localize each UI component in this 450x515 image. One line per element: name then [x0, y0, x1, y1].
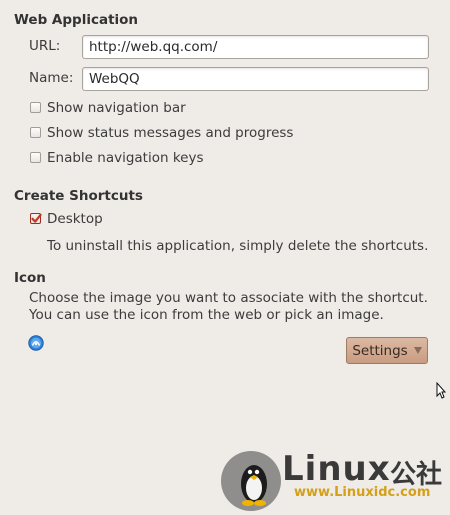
- mouse-cursor-icon: [436, 382, 446, 399]
- url-field[interactable]: [82, 35, 429, 59]
- settings-button[interactable]: Settings: [346, 337, 428, 364]
- settings-button-label: Settings: [352, 342, 408, 359]
- show-navigation-bar-label: Show navigation bar: [47, 100, 186, 116]
- show-status-messages-checkbox[interactable]: [30, 127, 41, 138]
- uninstall-note: To uninstall this application, simply de…: [47, 238, 429, 254]
- icon-heading: Icon: [14, 270, 46, 286]
- watermark-url: www.Linuxidc.com: [294, 485, 431, 500]
- desktop-checkbox[interactable]: [30, 213, 42, 224]
- name-label: Name:: [29, 70, 74, 86]
- show-navigation-bar-checkbox[interactable]: [30, 102, 41, 113]
- checkmark-icon: [31, 213, 42, 223]
- icon-description-line-1: Choose the image you want to associate w…: [29, 290, 428, 306]
- desktop-label: Desktop: [47, 211, 103, 227]
- show-navigation-bar-option[interactable]: Show navigation bar: [30, 100, 330, 116]
- url-label: URL:: [29, 38, 61, 54]
- web-application-heading: Web Application: [14, 12, 139, 28]
- enable-navigation-keys-checkbox[interactable]: [30, 152, 41, 163]
- enable-navigation-keys-label: Enable navigation keys: [47, 150, 204, 166]
- tux-penguin-logo: [221, 451, 281, 511]
- desktop-shortcut-option[interactable]: Desktop: [30, 211, 230, 227]
- show-status-messages-option[interactable]: Show status messages and progress: [30, 125, 330, 141]
- create-shortcuts-heading: Create Shortcuts: [14, 188, 143, 204]
- watermark-brand: Linux: [282, 449, 391, 489]
- name-field[interactable]: [82, 67, 429, 91]
- web-globe-icon[interactable]: [28, 335, 44, 351]
- chevron-down-icon: [413, 347, 422, 354]
- enable-navigation-keys-option[interactable]: Enable navigation keys: [30, 150, 330, 166]
- icon-description-line-2: You can use the icon from the web or pic…: [29, 307, 384, 323]
- watermark: Linux 公社 www.Linuxidc.com: [218, 448, 450, 515]
- show-status-messages-label: Show status messages and progress: [47, 125, 294, 141]
